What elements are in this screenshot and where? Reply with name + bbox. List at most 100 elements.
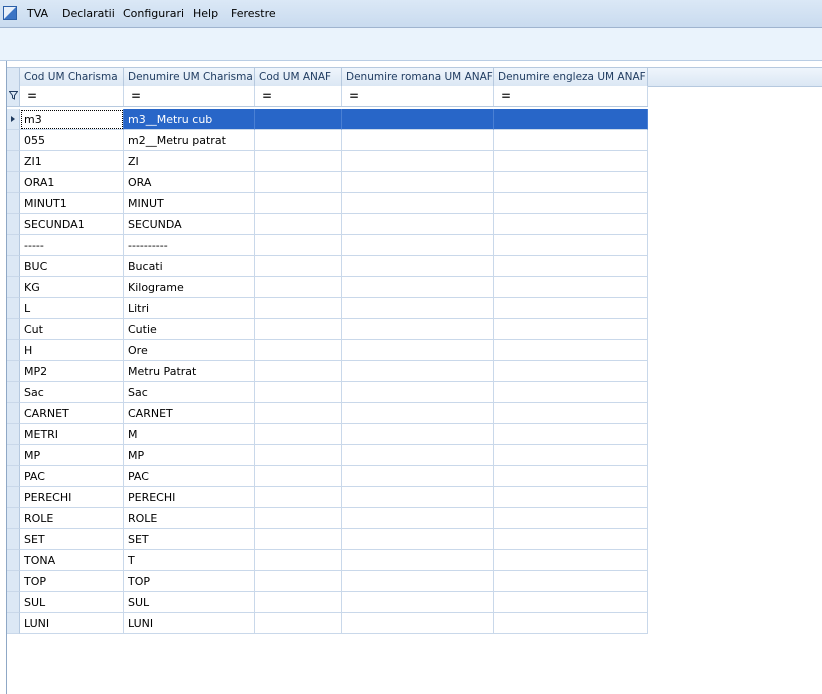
cell-cod-um-anaf[interactable] (255, 466, 342, 487)
cell-denumire-engleza-um-anaf[interactable] (494, 340, 648, 361)
table-row[interactable]: ORA1 ORA (7, 172, 648, 193)
cell-cod-um-anaf[interactable] (255, 235, 342, 256)
cell-denumire-um-charisma[interactable]: Litri (124, 298, 255, 319)
cell-denumire-engleza-um-anaf[interactable] (494, 529, 648, 550)
cell-denumire-romana-um-anaf[interactable] (342, 424, 494, 445)
cell-denumire-um-charisma[interactable]: m2__Metru patrat (124, 130, 255, 151)
cell-cod-um-anaf[interactable] (255, 613, 342, 634)
cell-cod-um-anaf[interactable] (255, 508, 342, 529)
cell-denumire-engleza-um-anaf[interactable] (494, 151, 648, 172)
cell-cod-um-charisma[interactable]: ORA1 (20, 172, 124, 193)
cell-denumire-engleza-um-anaf[interactable] (494, 235, 648, 256)
cell-cod-um-charisma[interactable]: Sac (20, 382, 124, 403)
cell-denumire-engleza-um-anaf[interactable] (494, 172, 648, 193)
cell-cod-um-anaf[interactable] (255, 256, 342, 277)
cell-cod-um-anaf[interactable] (255, 424, 342, 445)
cell-denumire-romana-um-anaf[interactable] (342, 214, 494, 235)
cell-cod-um-charisma[interactable]: MINUT1 (20, 193, 124, 214)
cell-denumire-engleza-um-anaf[interactable] (494, 130, 648, 151)
cell-cod-um-anaf[interactable] (255, 571, 342, 592)
menu-tva[interactable]: TVA (27, 7, 48, 20)
table-row[interactable]: SUL SUL (7, 592, 648, 613)
table-row[interactable]: CARNET CARNET (7, 403, 648, 424)
cell-cod-um-anaf[interactable] (255, 319, 342, 340)
table-row[interactable]: MINUT1 MINUT (7, 193, 648, 214)
cell-denumire-romana-um-anaf[interactable] (342, 235, 494, 256)
cell-denumire-engleza-um-anaf[interactable] (494, 109, 648, 130)
filter-denumire-um-charisma[interactable]: = (124, 86, 255, 106)
menu-declaratii[interactable]: Declaratii (62, 7, 115, 20)
cell-denumire-engleza-um-anaf[interactable] (494, 214, 648, 235)
row-indicator[interactable] (7, 613, 20, 634)
cell-denumire-um-charisma[interactable]: Bucati (124, 256, 255, 277)
table-row[interactable]: 055 m2__Metru patrat (7, 130, 648, 151)
cell-denumire-um-charisma[interactable]: CARNET (124, 403, 255, 424)
cell-cod-um-charisma[interactable]: BUC (20, 256, 124, 277)
cell-denumire-um-charisma[interactable]: M (124, 424, 255, 445)
cell-cod-um-anaf[interactable] (255, 193, 342, 214)
row-indicator[interactable] (7, 109, 20, 130)
column-header-denumire-romana-um-anaf[interactable]: Denumire romana UM ANAF (342, 68, 494, 86)
table-row[interactable]: LUNI LUNI (7, 613, 648, 634)
row-indicator[interactable] (7, 466, 20, 487)
cell-cod-um-anaf[interactable] (255, 445, 342, 466)
row-indicator[interactable] (7, 151, 20, 172)
cell-cod-um-anaf[interactable] (255, 592, 342, 613)
table-row[interactable]: PAC PAC (7, 466, 648, 487)
cell-denumire-engleza-um-anaf[interactable] (494, 445, 648, 466)
cell-denumire-engleza-um-anaf[interactable] (494, 592, 648, 613)
cell-cod-um-anaf[interactable] (255, 529, 342, 550)
cell-cod-um-charisma[interactable]: SUL (20, 592, 124, 613)
column-header-cod-um-charisma[interactable]: Cod UM Charisma (20, 68, 124, 86)
table-row[interactable]: Cut Cutie (7, 319, 648, 340)
cell-denumire-um-charisma[interactable]: PERECHI (124, 487, 255, 508)
cell-denumire-romana-um-anaf[interactable] (342, 613, 494, 634)
column-header-denumire-engleza-um-anaf[interactable]: Denumire engleza UM ANAF (494, 68, 648, 86)
table-row[interactable]: ZI1 ZI (7, 151, 648, 172)
cell-denumire-engleza-um-anaf[interactable] (494, 508, 648, 529)
cell-denumire-romana-um-anaf[interactable] (342, 403, 494, 424)
cell-cod-um-anaf[interactable] (255, 214, 342, 235)
row-indicator[interactable] (7, 193, 20, 214)
cell-denumire-engleza-um-anaf[interactable] (494, 424, 648, 445)
cell-denumire-um-charisma[interactable]: TOP (124, 571, 255, 592)
row-indicator[interactable] (7, 361, 20, 382)
row-indicator[interactable] (7, 214, 20, 235)
filter-denumire-engleza-um-anaf[interactable]: = (494, 86, 648, 106)
cell-cod-um-charisma[interactable]: ----- (20, 235, 124, 256)
cell-cod-um-charisma[interactable]: TOP (20, 571, 124, 592)
table-row[interactable]: MP MP (7, 445, 648, 466)
row-indicator[interactable] (7, 592, 20, 613)
cell-cod-um-charisma[interactable]: 055 (20, 130, 124, 151)
cell-denumire-romana-um-anaf[interactable] (342, 550, 494, 571)
cell-denumire-romana-um-anaf[interactable] (342, 193, 494, 214)
cell-denumire-romana-um-anaf[interactable] (342, 130, 494, 151)
cell-denumire-engleza-um-anaf[interactable] (494, 550, 648, 571)
cell-cod-um-charisma[interactable]: METRI (20, 424, 124, 445)
cell-denumire-engleza-um-anaf[interactable] (494, 466, 648, 487)
cell-cod-um-anaf[interactable] (255, 403, 342, 424)
table-row[interactable]: KG Kilograme (7, 277, 648, 298)
cell-cod-um-charisma[interactable]: MP (20, 445, 124, 466)
cell-denumire-um-charisma[interactable]: T (124, 550, 255, 571)
cell-denumire-romana-um-anaf[interactable] (342, 319, 494, 340)
cell-denumire-romana-um-anaf[interactable] (342, 445, 494, 466)
table-row[interactable]: ----- ---------- (7, 235, 648, 256)
cell-denumire-engleza-um-anaf[interactable] (494, 361, 648, 382)
cell-denumire-romana-um-anaf[interactable] (342, 487, 494, 508)
row-indicator[interactable] (7, 571, 20, 592)
row-indicator[interactable] (7, 130, 20, 151)
cell-denumire-romana-um-anaf[interactable] (342, 340, 494, 361)
row-indicator[interactable] (7, 382, 20, 403)
cell-denumire-um-charisma[interactable]: ORA (124, 172, 255, 193)
menu-help[interactable]: Help (193, 7, 218, 20)
row-indicator[interactable] (7, 550, 20, 571)
table-row[interactable]: L Litri (7, 298, 648, 319)
cell-cod-um-anaf[interactable] (255, 298, 342, 319)
row-indicator[interactable] (7, 298, 20, 319)
cell-denumire-engleza-um-anaf[interactable] (494, 382, 648, 403)
table-row[interactable]: Sac Sac (7, 382, 648, 403)
cell-cod-um-charisma[interactable]: m3 (20, 109, 124, 130)
cell-denumire-um-charisma[interactable]: Kilograme (124, 277, 255, 298)
row-indicator[interactable] (7, 277, 20, 298)
